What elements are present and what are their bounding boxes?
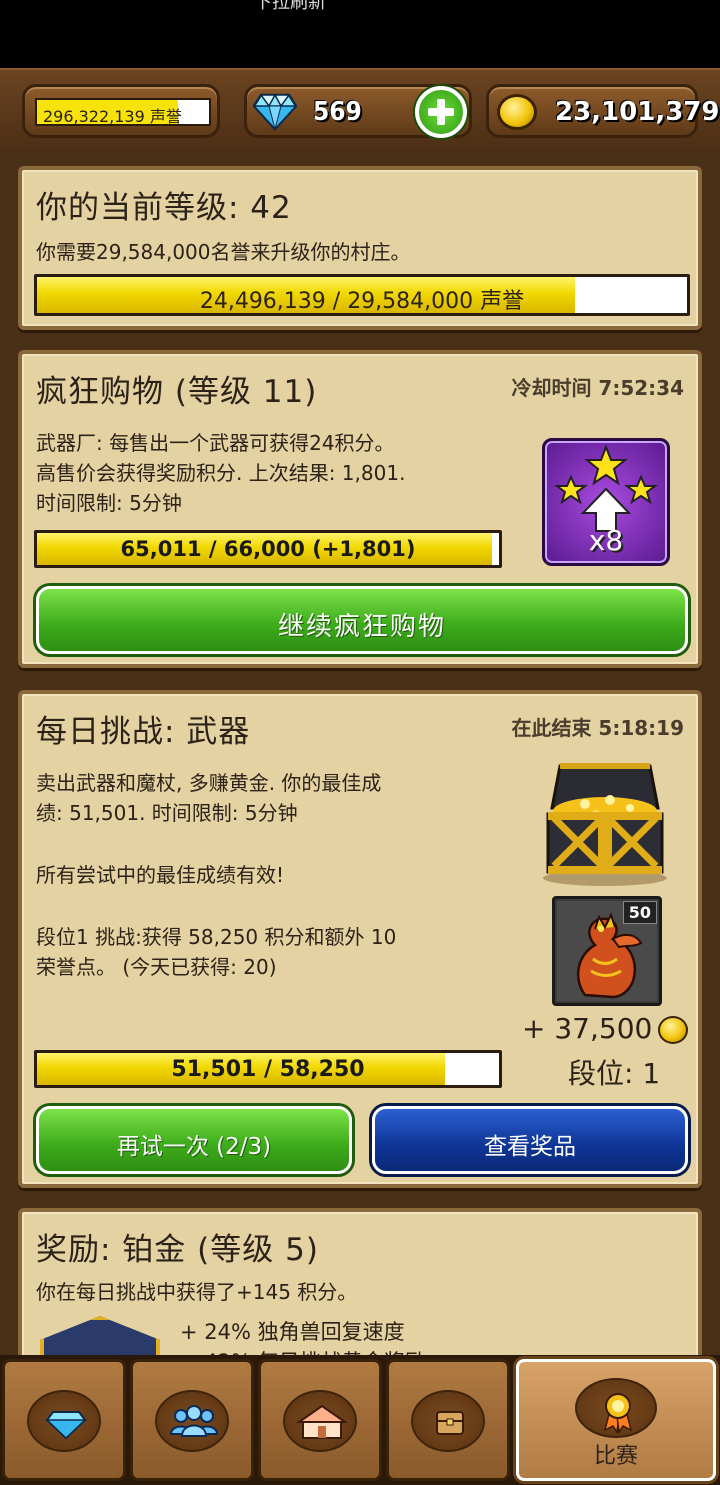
shopping-line-1: 武器厂: 每售出一个武器可获得24积分。: [36, 431, 395, 455]
gem-counter[interactable]: 569: [244, 84, 472, 138]
village-icon: [295, 1404, 349, 1439]
continue-shopping-button[interactable]: 继续疯狂购物: [36, 586, 688, 654]
challenge-progress-text: 51,501 / 58,250: [171, 1057, 365, 1082]
challenge-note: 所有尝试中的最佳成绩有效!: [36, 863, 285, 887]
reputation-box: 296,322,139 声誉: [35, 98, 211, 126]
tab-social-slot: [155, 1390, 229, 1452]
gem-count: 569: [313, 97, 362, 127]
tab-chest[interactable]: [386, 1359, 510, 1481]
tab-contest[interactable]: 比赛: [516, 1359, 716, 1481]
tab-social[interactable]: [130, 1359, 254, 1481]
challenge-line-1: 卖出武器和魔杖, 多赚黄金. 你的最佳成: [36, 771, 382, 795]
dragon-reward-card[interactable]: 50: [552, 896, 662, 1006]
chest-icon: [436, 1411, 464, 1435]
medal-icon: [603, 1393, 633, 1435]
gold-counter[interactable]: 23,101,379: [486, 84, 719, 138]
bottom-tab-bar: 比赛: [0, 1355, 720, 1485]
shopping-panel: 疯狂购物 (等级 11) 冷却时间 7:52:34 武器厂: 每售出一个武器可获…: [18, 350, 702, 668]
challenge-line-4: 段位1 挑战:获得 58,250 积分和额外 10: [36, 925, 397, 949]
reward-title: 奖励: 铂金 (等级 5): [36, 1232, 319, 1268]
shopping-title: 疯狂购物 (等级 11): [36, 374, 318, 410]
challenge-title: 每日挑战: 武器: [36, 714, 251, 750]
diamond-icon: [253, 93, 297, 131]
view-prizes-button[interactable]: 查看奖品: [372, 1106, 688, 1174]
gold-count: 23,101,379: [555, 97, 720, 127]
add-gems-button[interactable]: [415, 86, 467, 138]
shopping-line-3: 时间限制: 5分钟: [36, 491, 182, 515]
daily-challenge-panel: 每日挑战: 武器 在此结束 5:18:19 卖出武器和魔杖, 多赚黄金. 你的最…: [18, 690, 702, 1188]
reward-coin-icon: [658, 1016, 688, 1044]
tab-gems-slot: [27, 1390, 101, 1452]
level-subtitle: 你需要29,584,000名誉来升级你的村庄。: [36, 240, 411, 264]
reward-bonus-1: + 24% 独角兽回复速度: [180, 1320, 405, 1344]
people-icon: [169, 1405, 219, 1437]
shopping-line-2: 高售价会获得奖励积分. 上次结果: 1,801.: [36, 461, 406, 485]
shopping-description: 武器厂: 每售出一个武器可获得24积分。 高售价会获得奖励积分. 上次结果: 1…: [36, 428, 405, 518]
tab-village-slot: [283, 1390, 357, 1452]
shopping-progress-text: 65,011 / 66,000 (+1,801): [120, 537, 416, 561]
tab-gems[interactable]: [2, 1359, 126, 1481]
status-bar: 下拉刷新: [0, 0, 720, 68]
retry-button[interactable]: 再试一次 (2/3): [36, 1106, 352, 1174]
status-text: 下拉刷新: [254, 0, 326, 13]
retry-label: 再试一次 (2/3): [116, 1134, 272, 1160]
shopping-progress-bar: 65,011 / 66,000 (+1,801): [34, 530, 502, 568]
tab-contest-label: 比赛: [593, 1444, 638, 1469]
treasure-chest-icon: [543, 763, 667, 886]
stars-arrow-icon: [554, 444, 658, 532]
continue-shopping-label: 继续疯狂购物: [277, 612, 446, 642]
gold-reward-amount: + 37,500: [522, 1012, 653, 1045]
challenge-end-timer: 在此结束 5:18:19: [511, 716, 684, 740]
tab-contest-slot: [575, 1378, 657, 1438]
view-prizes-label: 查看奖品: [484, 1134, 576, 1160]
diamond-icon: [45, 1411, 87, 1440]
tab-village[interactable]: [258, 1359, 382, 1481]
multiplier-label: x8: [588, 524, 624, 557]
reputation-value: 296,322,139 声誉: [43, 107, 182, 126]
reputation-counter[interactable]: 296,322,139 声誉: [22, 84, 220, 138]
challenge-line-2: 绩: 51,501. 时间限制: 5分钟: [36, 801, 298, 825]
tab-chest-slot: [411, 1390, 485, 1452]
stars-badge: x8: [542, 438, 670, 566]
level-progress-bar: 24,496,139 / 29,584,000 声誉: [34, 274, 690, 316]
level-title: 你的当前等级: 42: [36, 190, 292, 226]
level-progress-text: 24,496,139 / 29,584,000 声誉: [199, 289, 525, 314]
level-panel: 你的当前等级: 42 你需要29,584,000名誉来升级你的村庄。 24,49…: [18, 166, 702, 330]
reward-subtitle: 你在每日挑战中获得了+145 积分。: [36, 1280, 358, 1304]
resource-bar: 296,322,139 声誉 569 23,101,379: [0, 68, 720, 150]
challenge-description: 卖出武器和魔杖, 多赚黄金. 你的最佳成 绩: 51,501. 时间限制: 5分…: [36, 768, 381, 828]
rank-label: 段位: 1: [568, 1057, 661, 1090]
challenge-progress-bar: 51,501 / 58,250: [34, 1050, 502, 1088]
cooldown-timer: 冷却时间 7:52:34: [511, 376, 684, 400]
challenge-goal: 段位1 挑战:获得 58,250 积分和额外 10 荣誉点。 (今天已获得: 2…: [36, 922, 396, 982]
challenge-line-5: 荣誉点。 (今天已获得: 20): [36, 955, 277, 979]
monster-level-badge: 50: [622, 901, 657, 924]
gold-coin-icon: [497, 94, 537, 130]
